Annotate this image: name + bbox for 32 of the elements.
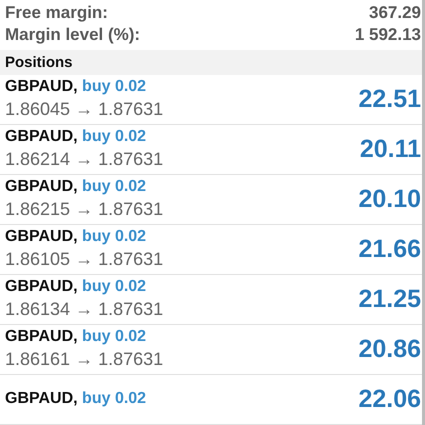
position-profit: 21.66	[358, 234, 421, 264]
position-profit: 21.25	[358, 284, 421, 314]
position-prices: 1.86215 → 1.87631	[5, 199, 164, 220]
position-title: GBPAUD, buy 0.02	[5, 390, 146, 408]
summary-value: 1 592.13	[354, 24, 421, 45]
position-profit: 22.06	[358, 384, 421, 414]
position-prices: 1.86105 → 1.87631	[5, 249, 164, 270]
position-row[interactable]: GBPAUD, buy 0.02 1.86161 → 1.87631 20.86	[0, 325, 422, 375]
position-profit: 22.51	[358, 84, 421, 114]
position-title: GBPAUD, buy 0.02	[5, 178, 148, 196]
position-prices: 1.86045 → 1.87631	[5, 99, 164, 120]
position-row[interactable]: GBPAUD, buy 0.02 1.86214 → 1.87631 20.11	[0, 125, 422, 175]
position-title: GBPAUD, buy 0.02	[5, 128, 148, 146]
position-row[interactable]: GBPAUD, buy 0.02 1.86105 → 1.87631 21.66	[0, 225, 422, 275]
position-title: GBPAUD, buy 0.02	[5, 228, 148, 246]
summary-label: Free margin:	[5, 2, 108, 23]
section-header: Positions	[0, 50, 422, 75]
position-profit: 20.86	[358, 334, 421, 364]
position-prices: 1.86214 → 1.87631	[5, 149, 164, 170]
position-row[interactable]: GBPAUD, buy 0.02 22.06	[0, 375, 422, 425]
position-prices: 1.86161 → 1.87631	[5, 349, 164, 370]
summary-label: Margin level (%):	[5, 24, 140, 45]
position-title: GBPAUD, buy 0.02	[5, 328, 148, 346]
position-title: GBPAUD, buy 0.02	[5, 78, 148, 96]
summary-value: 367.29	[369, 2, 421, 23]
position-profit: 20.11	[360, 134, 421, 164]
position-profit: 20.10	[358, 184, 421, 214]
position-row[interactable]: GBPAUD, buy 0.02 1.86045 → 1.87631 22.51	[0, 75, 422, 125]
position-prices: 1.86134 → 1.87631	[5, 299, 164, 320]
position-title: GBPAUD, buy 0.02	[5, 278, 148, 296]
position-row[interactable]: GBPAUD, buy 0.02 1.86134 → 1.87631 21.25	[0, 275, 422, 325]
position-row[interactable]: GBPAUD, buy 0.02 1.86215 → 1.87631 20.10	[0, 175, 422, 225]
